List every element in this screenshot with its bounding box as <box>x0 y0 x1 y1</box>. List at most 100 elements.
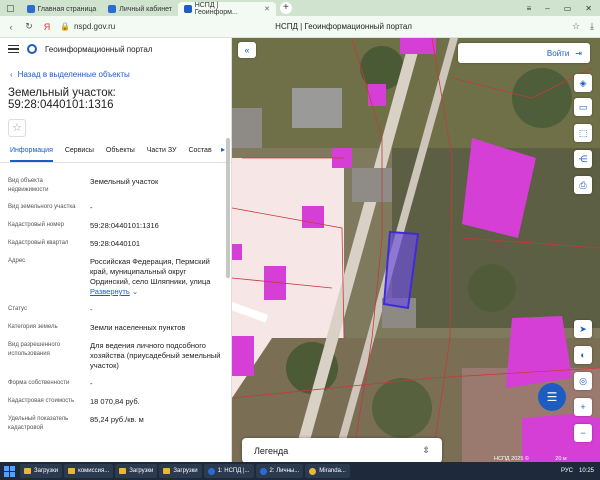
taskbar-label: комиссия... <box>78 468 110 474</box>
yandex-tab-icon <box>108 5 117 13</box>
taskbar-item[interactable]: Miranda... <box>305 464 350 478</box>
zoom-out-icon[interactable]: − <box>574 424 592 442</box>
map-tree <box>372 378 432 438</box>
attribute-row: Кадастровый квартал 59:28:0440101 <box>8 239 223 249</box>
attribute-label: Категория земель <box>8 324 58 330</box>
browser-menu-icon[interactable]: ▢ <box>0 3 21 14</box>
window-controls: ≡ – ▭ ✕ <box>527 4 600 13</box>
login-icon: ⇥ <box>575 48 582 58</box>
tab-services[interactable]: Сервисы <box>65 147 94 162</box>
back-to-selection-link[interactable]: ‹ Назад в выделенные объекты <box>0 60 231 79</box>
attribute-value: Российская Федерация, Пермский край, мун… <box>90 257 223 297</box>
browser-tab-cabinet[interactable]: Личный кабинет <box>102 2 178 16</box>
bookmark-icon[interactable]: ☆ <box>572 21 580 32</box>
attribute-label: Кадастровый квартал <box>8 240 69 246</box>
folder-icon <box>68 468 76 474</box>
legend-dropdown[interactable]: Легенда ⇳ <box>242 438 442 463</box>
taskbar-item[interactable]: комиссия... <box>64 464 114 478</box>
os-taskbar: Загрузки комиссия... Загрузки Загрузки 1… <box>0 462 600 480</box>
attribute-value: Земли населенных пунктов <box>90 323 186 332</box>
menu-icon[interactable]: ≡ <box>527 4 532 13</box>
taskbar-item[interactable]: Загрузки <box>20 464 63 478</box>
map-tree <box>512 68 572 128</box>
attribute-value: 59:28:0440101 <box>90 239 141 248</box>
favorite-star-icon[interactable]: ☆ <box>8 119 26 137</box>
share-icon[interactable]: ⋲ <box>574 150 592 168</box>
tab-label: Главная страница <box>37 5 97 13</box>
taskbar-item[interactable]: 2: Личны... <box>255 464 304 478</box>
map-building <box>232 108 262 148</box>
url-field[interactable]: 🔒 nspd.gov.ru <box>60 22 115 31</box>
close-tab-icon[interactable]: ✕ <box>264 5 270 13</box>
taskbar-label: Загрузки <box>173 468 198 474</box>
panel-scrollbar[interactable] <box>226 138 230 278</box>
folder-icon <box>163 468 171 474</box>
taskbar-item[interactable]: 1: НСПД |... <box>203 464 254 478</box>
tab-objects[interactable]: Объекты <box>106 147 135 162</box>
select-area-icon[interactable]: ⬚ <box>574 124 592 142</box>
tabs-scroll-right-icon[interactable]: ▸ <box>221 145 225 160</box>
zoom-in-icon[interactable]: + <box>574 398 592 416</box>
tab-information[interactable]: Информация <box>10 147 53 162</box>
attribute-row: Статус - <box>8 305 223 315</box>
attribute-value: Земельный участок <box>90 177 159 186</box>
clock[interactable]: 10:25 <box>579 468 594 474</box>
page-title: НСПД | Геоинформационный портал <box>275 22 412 31</box>
login-label: Войти <box>546 48 570 58</box>
close-window-icon[interactable]: ✕ <box>585 4 592 13</box>
info-panel: Геоинформационный портал ‹ Назад в выдел… <box>0 38 232 462</box>
map-parcel <box>232 336 254 376</box>
basemap-icon[interactable]: ▭ <box>574 98 592 116</box>
taskbar-label: Загрузки <box>34 468 59 474</box>
attribute-label: Кадастровый номер <box>8 222 65 228</box>
attribute-label: Удельный показатель кадастровой <box>8 416 69 431</box>
yandex-icon[interactable]: Я <box>42 22 52 32</box>
tab-composition[interactable]: Состав <box>188 147 211 162</box>
panel-header: Геоинформационный портал <box>0 38 231 60</box>
taskbar-item[interactable]: Загрузки <box>159 464 202 478</box>
browser-tab-nspd[interactable]: НСПД | Геоинформ... ✕ <box>177 2 276 16</box>
back-icon[interactable]: ‹ <box>6 22 16 32</box>
browser-icon <box>259 467 267 475</box>
chat-icon[interactable]: ☰ <box>538 383 566 411</box>
layers-icon[interactable]: ◈ <box>574 74 592 92</box>
map-building <box>292 88 342 128</box>
download-icon[interactable]: ⤓ <box>590 21 594 32</box>
start-icon[interactable] <box>2 464 18 478</box>
print-icon[interactable]: ⎙ <box>574 176 592 194</box>
taskbar-label: 1: НСПД |... <box>217 468 250 474</box>
login-button[interactable]: Войти ⇥ <box>458 43 590 63</box>
collapse-panel-icon[interactable]: « <box>238 42 256 58</box>
language-indicator[interactable]: РУС <box>561 468 573 474</box>
refresh-icon[interactable]: ↻ <box>24 21 34 32</box>
minimize-icon[interactable]: – <box>545 4 549 13</box>
expand-address-link[interactable]: Развернуть <box>90 287 130 296</box>
system-tray: РУС 10:25 <box>561 468 600 474</box>
chevron-down-icon[interactable]: ⌄ <box>132 287 138 296</box>
map-parcel <box>302 206 324 228</box>
taskbar-item[interactable]: Загрузки <box>115 464 158 478</box>
locate-icon[interactable]: ◎ <box>574 372 592 390</box>
navigate-icon[interactable]: ➤ <box>574 320 592 338</box>
taskbar-label: Miranda... <box>319 468 346 474</box>
attribute-row: Категория земель Земли населенных пункто… <box>8 323 223 333</box>
maximize-icon[interactable]: ▭ <box>564 4 572 13</box>
back-link-label: Назад в выделенные объекты <box>17 70 130 79</box>
gosuslugi-icon[interactable]: ◐ <box>574 346 592 364</box>
browser-tabbar: ▢ Главная страница Личный кабинет НСПД |… <box>0 0 600 16</box>
attribute-value: 18 070,84 руб. <box>90 397 140 406</box>
tab-label: Личный кабинет <box>119 5 172 13</box>
object-title: Земельный участок: 59:28:0440101:1316 <box>8 87 116 111</box>
legend-label: Легенда <box>254 445 289 456</box>
attribute-list: Вид объекта недвижимости Земельный участ… <box>0 163 231 433</box>
hamburger-menu-icon[interactable] <box>8 44 19 54</box>
url-text: nspd.gov.ru <box>73 22 116 31</box>
taskbar-label: 2: Личны... <box>269 468 300 474</box>
attribute-row: Форма собственности - <box>8 379 223 389</box>
attribute-label: Кадастровая стоимость <box>8 398 75 404</box>
new-tab-button[interactable]: + <box>279 2 292 14</box>
attribute-label: Вид земельного участка <box>8 204 76 210</box>
attribute-value: 59:28:0440101:1316 <box>90 221 159 230</box>
tab-parts[interactable]: Части ЗУ <box>147 147 177 162</box>
browser-tab-home[interactable]: Главная страница <box>21 2 103 16</box>
